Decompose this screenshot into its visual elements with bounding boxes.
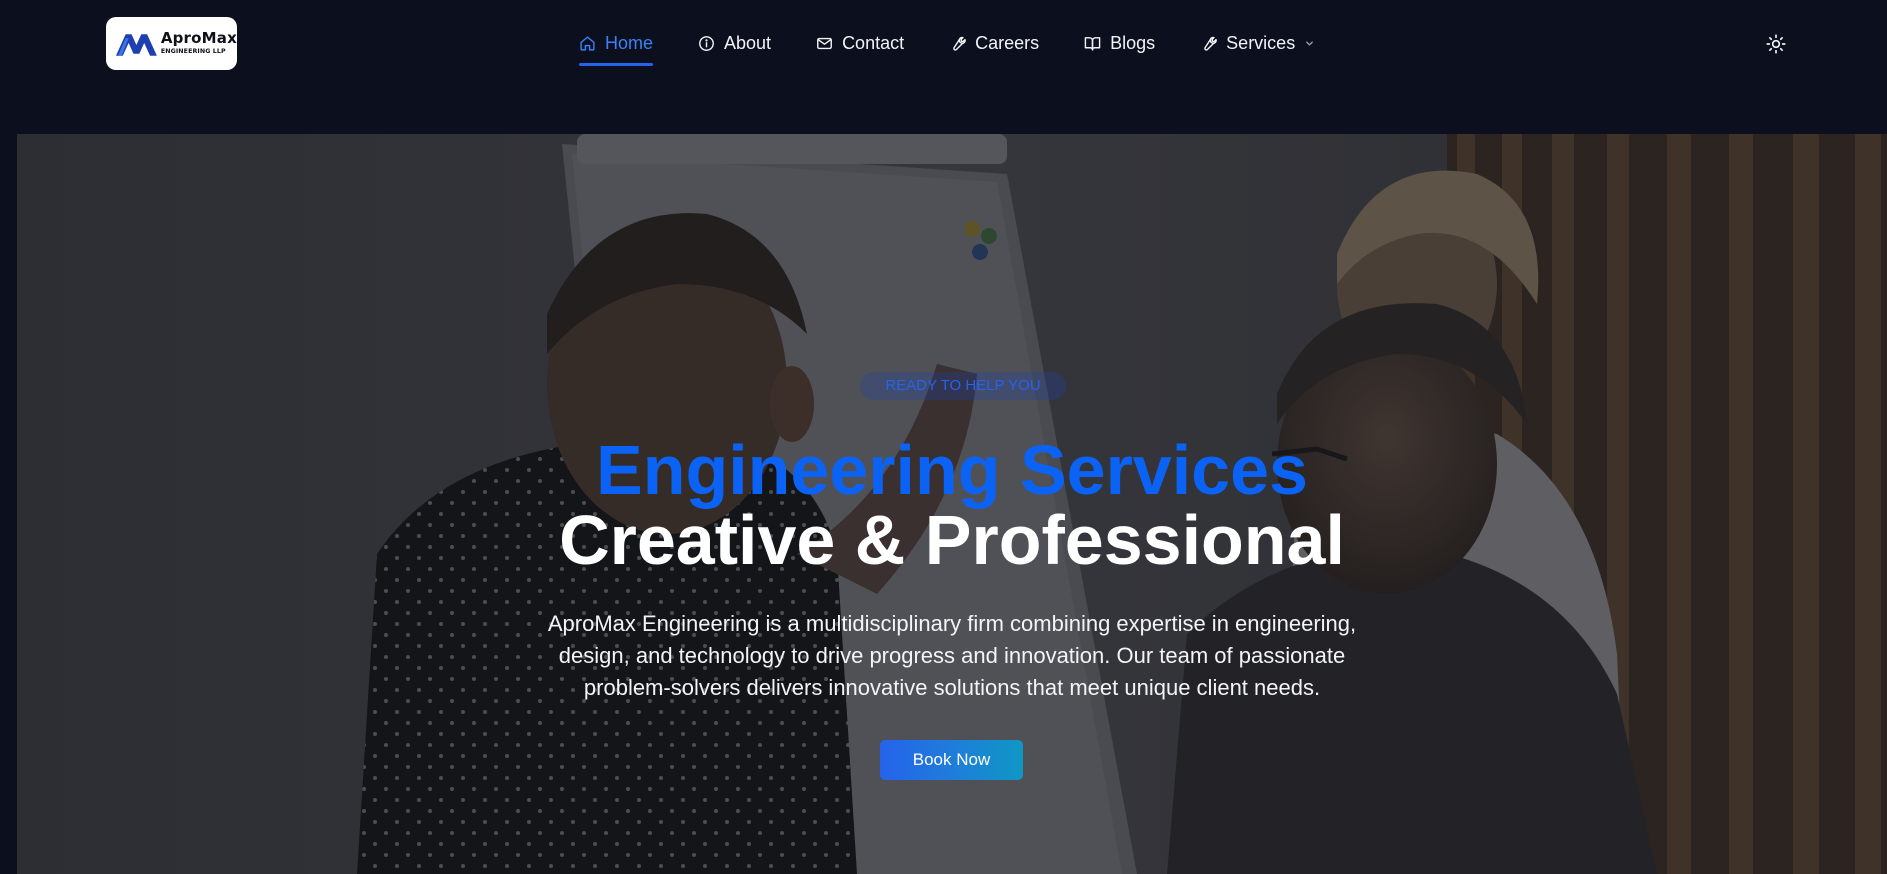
nav-item-services[interactable]: Services bbox=[1200, 28, 1315, 58]
sun-icon bbox=[1766, 34, 1786, 54]
book-icon bbox=[1084, 35, 1101, 52]
hero-section: READY TO HELP YOU Engineering Services C… bbox=[17, 134, 1887, 874]
hero-badge: READY TO HELP YOU bbox=[860, 372, 1066, 400]
chevron-down-icon bbox=[1304, 38, 1315, 49]
main-nav: Home About Contact Careers Blogs Service… bbox=[579, 28, 1360, 68]
brand-wordmark: AproMax ENGINEERING LLP bbox=[161, 31, 237, 55]
book-now-button[interactable]: Book Now bbox=[880, 740, 1023, 780]
hero-title-secondary: Creative & Professional bbox=[559, 501, 1345, 579]
nav-item-label: Blogs bbox=[1110, 32, 1156, 53]
nav-item-label: Contact bbox=[842, 32, 905, 53]
brand-subtitle: ENGINEERING LLP bbox=[160, 48, 226, 56]
brand-name: AproMax bbox=[160, 29, 237, 48]
nav-item-blogs[interactable]: Blogs bbox=[1084, 28, 1155, 58]
wrench-icon bbox=[1200, 35, 1218, 52]
brand-logo[interactable]: AproMax ENGINEERING LLP bbox=[106, 17, 237, 70]
nav-item-contact[interactable]: Contact bbox=[816, 28, 904, 58]
nav-item-label: About bbox=[724, 32, 772, 53]
nav-item-home[interactable]: Home bbox=[579, 28, 654, 66]
site-header: AproMax ENGINEERING LLP Home About Conta… bbox=[0, 0, 1887, 134]
theme-toggle-button[interactable] bbox=[1765, 33, 1787, 55]
nav-item-label: Services bbox=[1226, 32, 1296, 53]
hero-title-primary: Engineering Services bbox=[596, 431, 1308, 509]
mail-icon bbox=[816, 35, 833, 52]
hero-description: AproMax Engineering is a multidisciplina… bbox=[547, 611, 1357, 700]
nav-item-label: Careers bbox=[975, 32, 1040, 53]
nav-item-careers[interactable]: Careers bbox=[949, 28, 1039, 58]
hero-content: READY TO HELP YOU Engineering Services C… bbox=[17, 134, 1887, 874]
home-icon bbox=[579, 35, 596, 52]
nav-item-about[interactable]: About bbox=[698, 28, 771, 58]
nav-item-label: Home bbox=[605, 32, 654, 53]
apromax-logo-icon bbox=[115, 33, 157, 56]
wrench-icon bbox=[949, 35, 966, 52]
info-icon bbox=[698, 35, 715, 52]
